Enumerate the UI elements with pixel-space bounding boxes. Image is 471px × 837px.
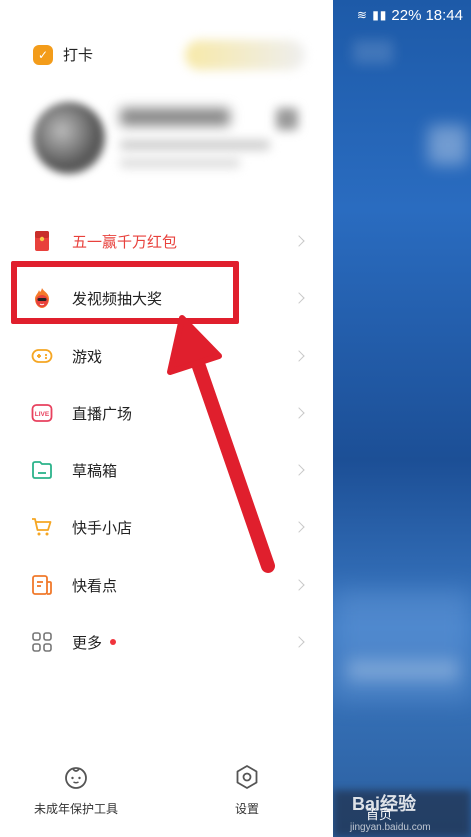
menu-item-label: 游戏 bbox=[72, 347, 103, 366]
chevron-right-icon bbox=[293, 350, 305, 362]
chevron-right-icon bbox=[293, 407, 305, 419]
tab-home[interactable]: 首页 bbox=[366, 804, 392, 823]
clock: 18:44 bbox=[425, 6, 463, 24]
profile-name bbox=[120, 108, 230, 126]
status-bar: ≋ ▮▮ 22% 18:44 bbox=[333, 0, 471, 30]
menu-item-label-more: 更多 bbox=[72, 632, 117, 653]
blurred-element bbox=[428, 125, 468, 165]
menu-item-games[interactable]: 游戏 bbox=[0, 331, 333, 381]
blurred-element bbox=[348, 660, 458, 680]
chevron-right-icon bbox=[293, 292, 305, 304]
menu-item-news[interactable]: 快看点 bbox=[0, 560, 333, 610]
settings-button[interactable]: 设置 bbox=[234, 764, 260, 817]
battery-level: 22% bbox=[391, 6, 422, 24]
checkin-icon: ✓ bbox=[33, 44, 53, 65]
chevron-right-icon bbox=[293, 579, 305, 591]
menu-item-red-envelope[interactable]: 五一赢千万红包 bbox=[0, 216, 333, 266]
menu-item-label: 快看点 bbox=[72, 576, 118, 595]
menu-item-label: 五一赢千万红包 bbox=[72, 232, 178, 251]
blurred-element bbox=[353, 40, 393, 64]
grid-icon bbox=[30, 630, 54, 654]
menu-item-live[interactable]: LIVE 直播广场 bbox=[0, 388, 333, 438]
menu-item-shop[interactable]: 快手小店 bbox=[0, 502, 333, 552]
svg-text:LIVE: LIVE bbox=[35, 411, 50, 418]
youth-protection-label: 未成年保护工具 bbox=[34, 802, 119, 816]
youth-protection-button[interactable]: 未成年保护工具 bbox=[34, 764, 118, 817]
settings-label: 设置 bbox=[234, 802, 259, 816]
side-drawer: ✓ 打卡 五一赢千万红包 发视频抽大奖 游戏 LIVE 直播广场 草稿箱 快手小… bbox=[0, 0, 333, 837]
checkin-label: 打卡 bbox=[63, 46, 94, 64]
chevron-right-icon bbox=[293, 235, 305, 247]
menu-item-label: 直播广场 bbox=[72, 404, 133, 423]
blurred-pill bbox=[185, 40, 305, 70]
chevron-right-icon bbox=[293, 521, 305, 533]
watermark-url: jingyan.baidu.com bbox=[350, 822, 431, 833]
menu-item-more[interactable]: 更多 bbox=[0, 617, 333, 667]
red-envelope-icon bbox=[30, 229, 54, 253]
chevron-right-icon bbox=[293, 464, 305, 476]
chevron-right-icon bbox=[293, 636, 305, 648]
live-icon: LIVE bbox=[30, 401, 54, 425]
menu-item-label: 草稿箱 bbox=[72, 461, 118, 480]
menu-item-label: 快手小店 bbox=[72, 518, 133, 537]
profile-info bbox=[120, 140, 270, 150]
notification-dot bbox=[110, 639, 117, 645]
avatar[interactable] bbox=[33, 102, 105, 174]
background-app bbox=[333, 0, 471, 837]
blurred-element bbox=[333, 590, 471, 700]
gear-icon bbox=[236, 765, 258, 789]
profile-info bbox=[120, 158, 240, 168]
checkin-button[interactable]: ✓ 打卡 bbox=[33, 44, 93, 65]
menu-item-drafts[interactable]: 草稿箱 bbox=[0, 445, 333, 495]
folder-icon bbox=[30, 458, 54, 482]
profile-action[interactable] bbox=[276, 108, 298, 130]
menu-item-label: 更多 bbox=[72, 633, 103, 652]
signal-icon: ≋ ▮▮ bbox=[356, 8, 388, 22]
highlight-box bbox=[11, 261, 239, 324]
cart-icon bbox=[30, 515, 54, 539]
baby-face-icon bbox=[65, 767, 87, 789]
gamepad-icon bbox=[30, 344, 54, 368]
news-icon bbox=[30, 573, 54, 597]
